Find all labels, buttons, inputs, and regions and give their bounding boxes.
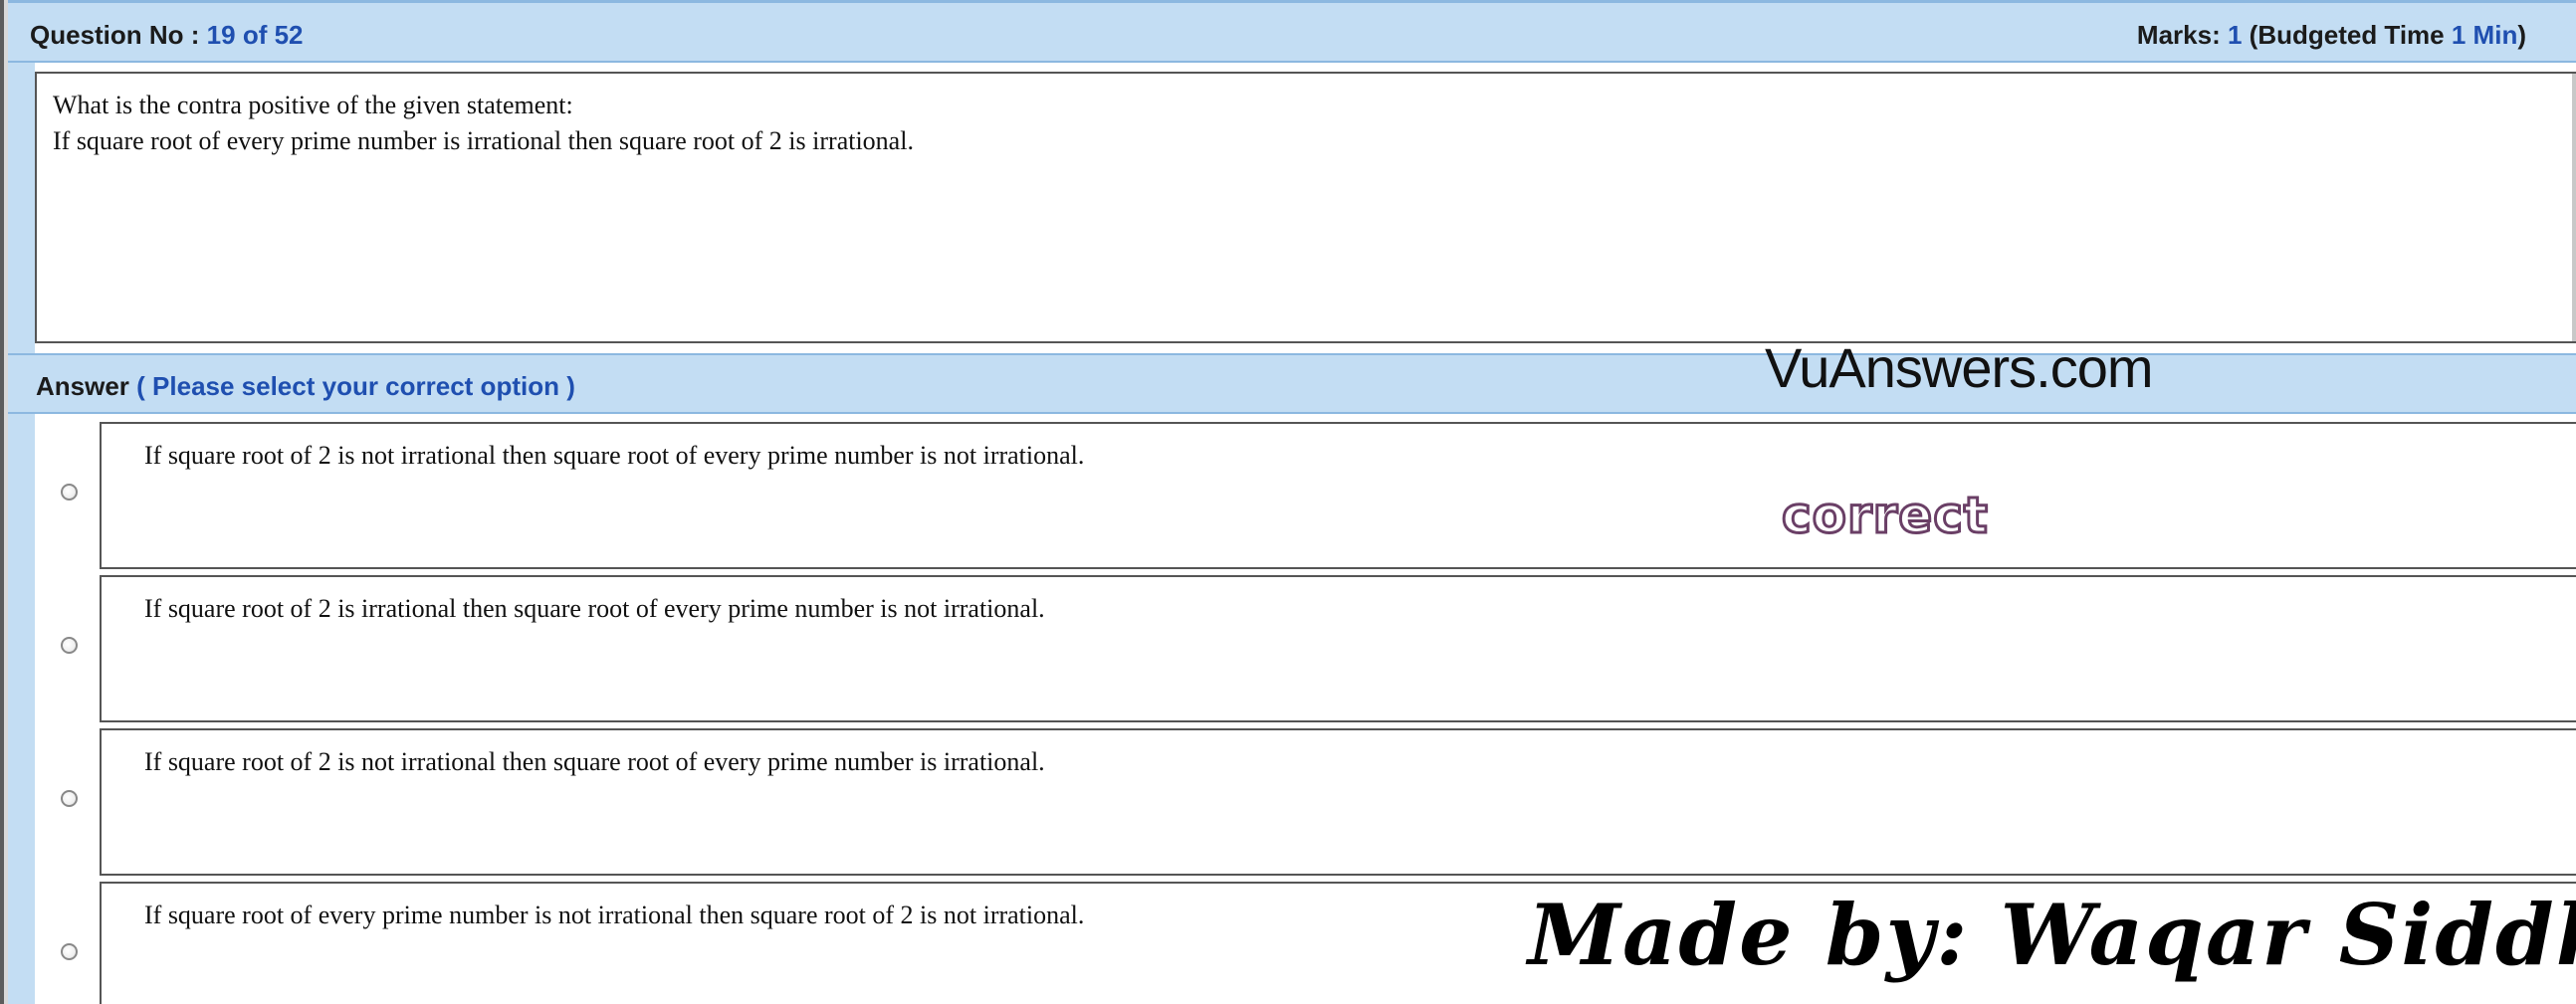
option-radio-3[interactable]: [61, 790, 78, 807]
option-radio-1[interactable]: [61, 484, 78, 501]
option-text-1: If square root of 2 is not irrational th…: [144, 441, 1085, 470]
option-box-1[interactable]: If square root of 2 is not irrational th…: [100, 422, 2576, 569]
answer-instruction: ( Please select your correct option ): [136, 371, 575, 401]
question-header: Question No : 19 of 52 Marks: 1 (Budgete…: [8, 0, 2576, 63]
budget-close: ): [2517, 20, 2526, 50]
author-signature: Made by: Waqar Siddhu: [1528, 886, 2576, 984]
question-text: What is the contra positive of the given…: [53, 88, 914, 159]
correct-answer-mark: correct: [1781, 486, 1990, 546]
question-line: What is the contra positive of the given…: [53, 91, 573, 119]
option-box-2[interactable]: If square root of 2 is irrational then s…: [100, 575, 2576, 722]
question-number-label: Question No :: [30, 20, 207, 50]
option-text-4: If square root of every prime number is …: [144, 901, 1085, 929]
marks-info: Marks: 1 (Budgeted Time 1 Min): [2137, 20, 2526, 51]
answer-title: Answer: [36, 371, 137, 401]
option-row-2: If square root of 2 is irrational then s…: [35, 575, 2576, 726]
question-line: If square root of every prime number is …: [53, 126, 914, 155]
option-radio-2[interactable]: [61, 637, 78, 654]
answer-label: Answer ( Please select your correct opti…: [36, 371, 575, 402]
option-row-3: If square root of 2 is not irrational th…: [35, 728, 2576, 880]
option-row-1: If square root of 2 is not irrational th…: [35, 422, 2576, 573]
question-scrollbar[interactable]: [2572, 74, 2576, 341]
option-radio-4[interactable]: [61, 943, 78, 960]
left-gutter: [8, 63, 35, 1004]
question-number: Question No : 19 of 52: [30, 20, 304, 51]
question-text-box[interactable]: What is the contra positive of the given…: [35, 72, 2576, 343]
budget-label: (Budgeted Time: [2242, 20, 2452, 50]
option-box-3[interactable]: If square root of 2 is not irrational th…: [100, 728, 2576, 876]
option-text-3: If square root of 2 is not irrational th…: [144, 747, 1045, 776]
answer-header: Answer ( Please select your correct opti…: [8, 353, 2576, 414]
option-text-2: If square root of 2 is irrational then s…: [144, 594, 1045, 623]
site-watermark: VuAnswers.com: [1765, 336, 2153, 399]
quiz-page: Question No : 19 of 52 Marks: 1 (Budgete…: [0, 0, 2576, 1004]
marks-value: 1: [2227, 20, 2243, 50]
question-number-value: 19 of 52: [206, 20, 304, 50]
budget-value: 1 Min: [2451, 20, 2518, 50]
marks-label: Marks:: [2136, 20, 2228, 50]
